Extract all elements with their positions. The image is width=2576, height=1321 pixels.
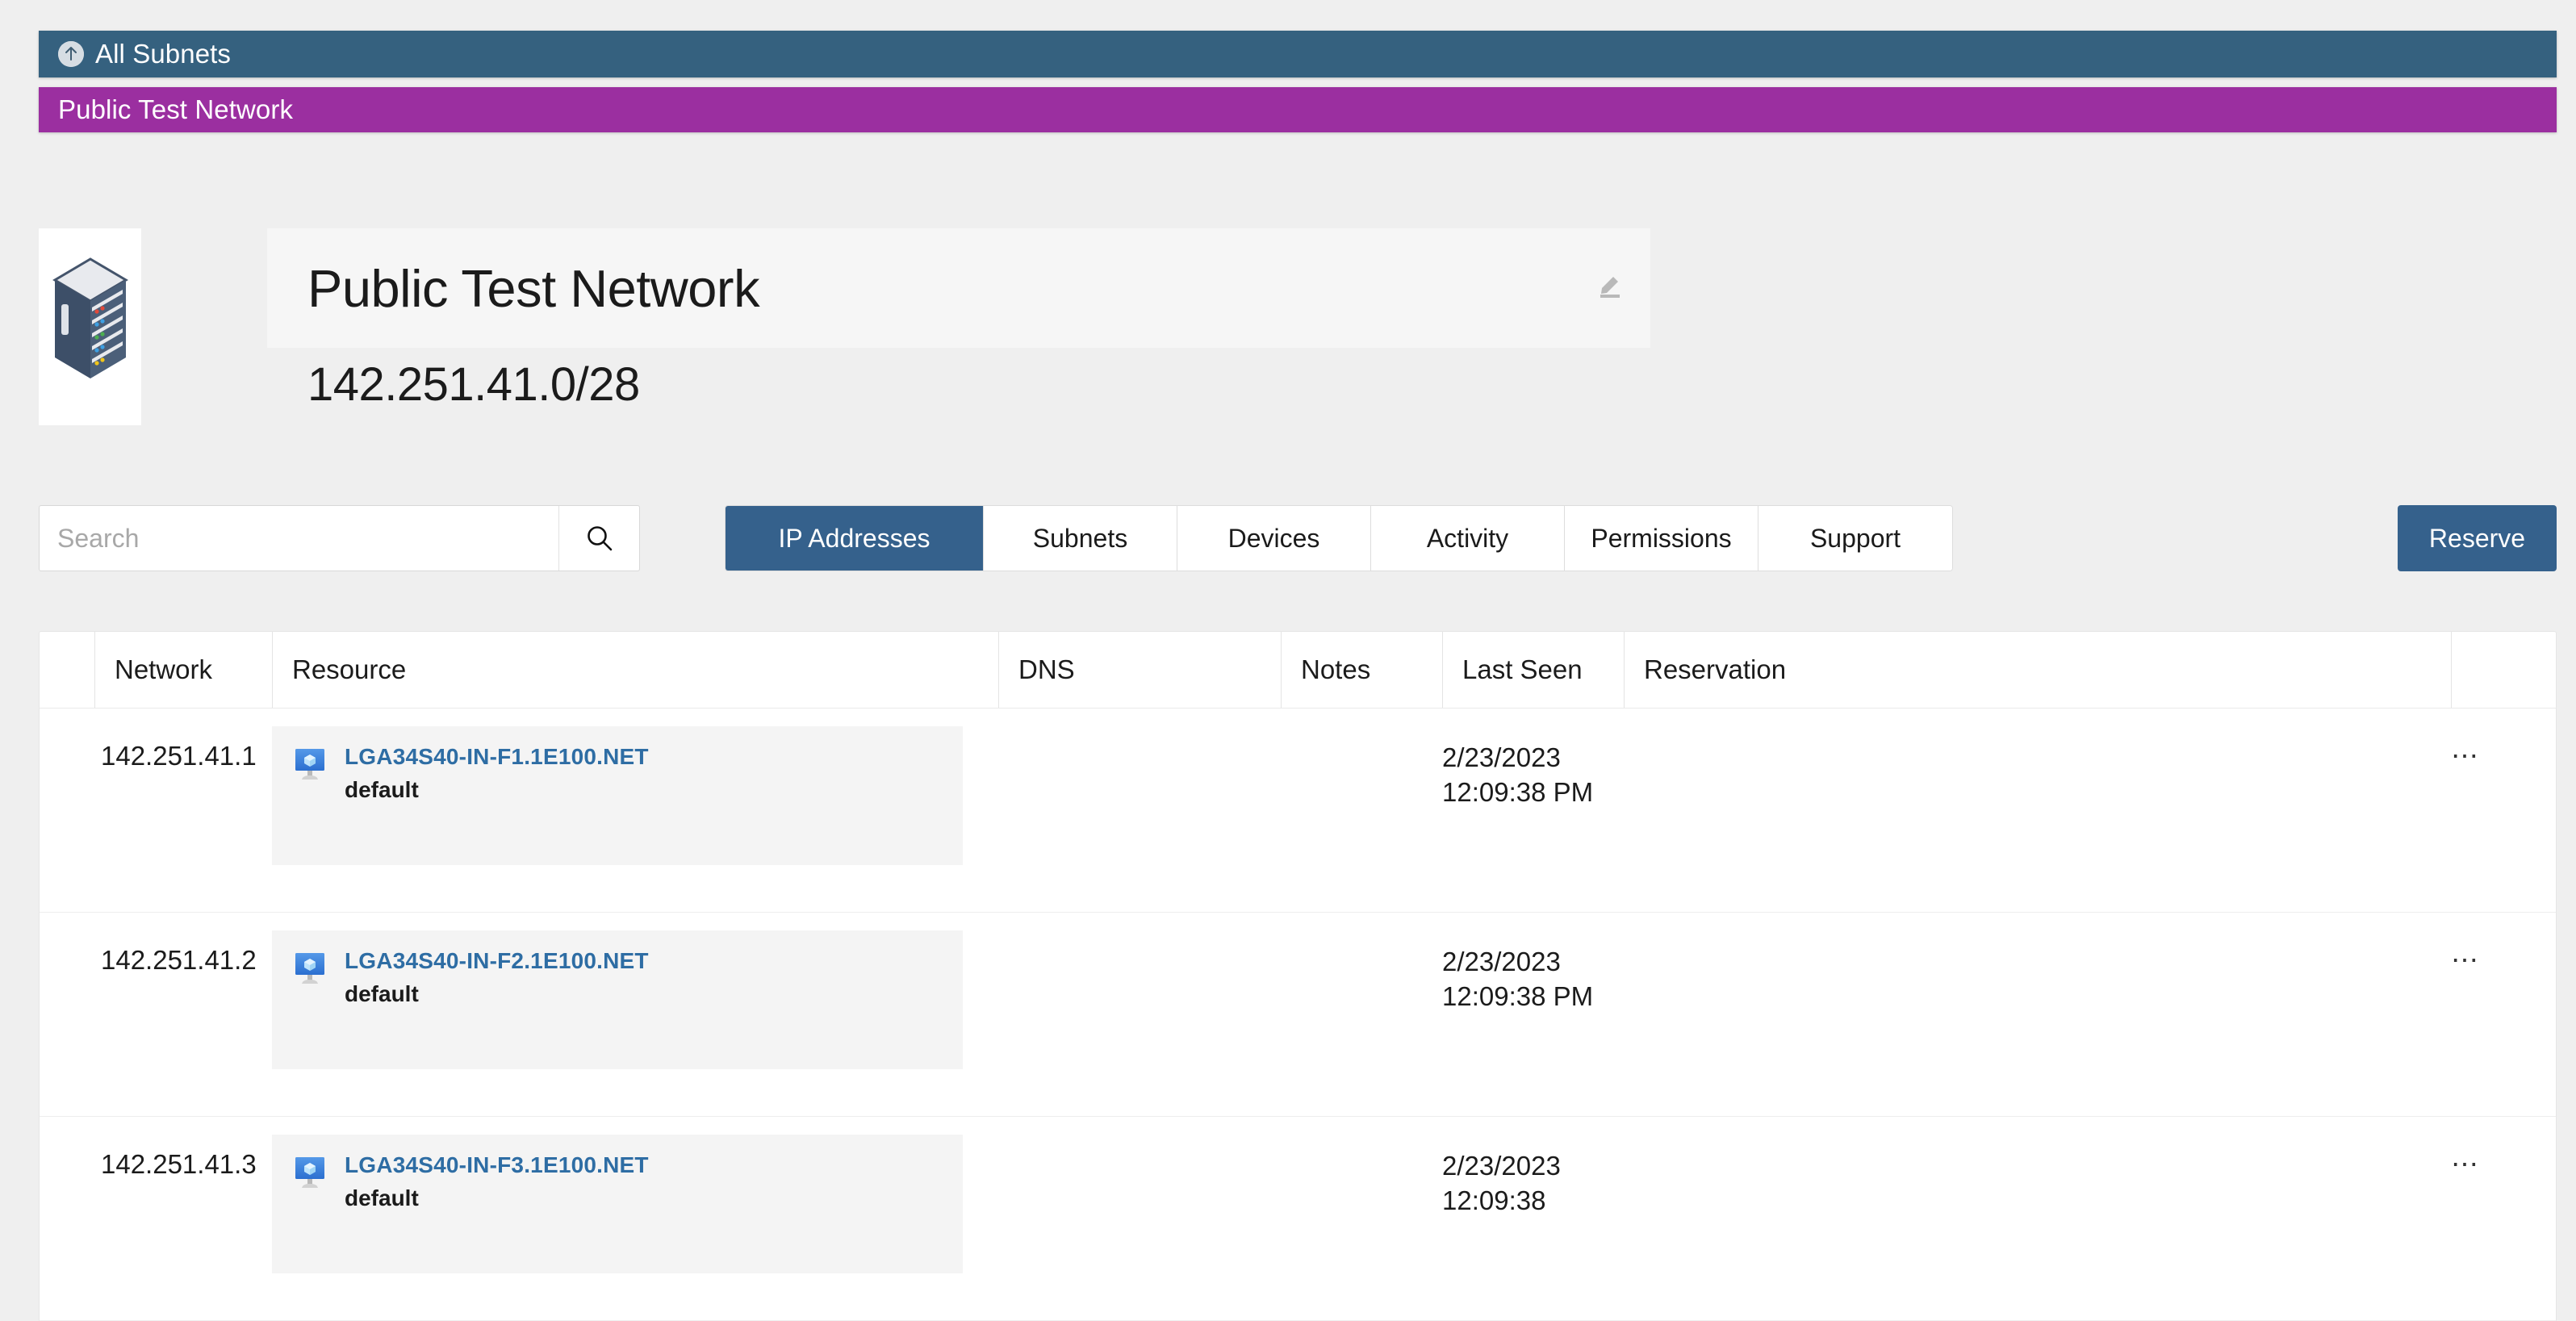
monitor-device-icon [291, 1154, 328, 1191]
breadcrumb-parent-label: All Subnets [95, 39, 232, 69]
resource-link[interactable]: LGA34S40-IN-F3.1E100.NET [345, 1152, 649, 1178]
ellipsis-icon[interactable]: ⋯ [2451, 945, 2481, 976]
network-cell: 142.251.41.2 [94, 913, 272, 1116]
network-cell: 142.251.41.3 [94, 1117, 272, 1320]
resource-sub-label: default [345, 981, 419, 1006]
last-seen-value: 2/23/2023 12:09:38 [1442, 1151, 1561, 1215]
notes-cell [1281, 1117, 1442, 1320]
reservation-cell [1624, 913, 2451, 1116]
dns-cell [998, 913, 1281, 1116]
subnet-thumbnail [39, 228, 141, 425]
last-seen-value: 2/23/2023 12:09:38 PM [1442, 742, 1594, 807]
resource-cell: LGA34S40-IN-F2.1E100.NET default [272, 913, 998, 1116]
search-input[interactable] [40, 506, 558, 571]
tab-ip-addresses[interactable]: IP Addresses [726, 506, 984, 571]
reservation-cell [1624, 709, 2451, 912]
reserve-button[interactable]: Reserve [2398, 505, 2557, 571]
column-header-dns[interactable]: DNS [998, 632, 1281, 708]
last-seen-cell: 2/23/2023 12:09:38 [1442, 1117, 1624, 1320]
resource-box[interactable]: LGA34S40-IN-F3.1E100.NET default [272, 1135, 963, 1273]
resource-sub-label: default [345, 1185, 419, 1210]
column-header-notes[interactable]: Notes [1281, 632, 1442, 708]
tab-bar: IP Addresses Subnets Devices Activity Permis… [725, 505, 1953, 571]
last-seen-value: 2/23/2023 12:09:38 PM [1442, 947, 1594, 1011]
resource-box[interactable]: LGA34S40-IN-F2.1E100.NET default [272, 930, 963, 1069]
column-header-reservation[interactable]: Reservation [1624, 632, 2451, 708]
page-title: Public Test Network [307, 258, 760, 318]
ellipsis-icon[interactable]: ⋯ [2451, 1149, 2481, 1180]
breadcrumb-parent[interactable]: All Subnets [39, 31, 2557, 77]
ellipsis-icon[interactable]: ⋯ [2451, 741, 2481, 771]
tab-devices[interactable]: Devices [1177, 506, 1371, 571]
resource-cell: LGA34S40-IN-F1.1E100.NET default [272, 709, 998, 912]
network-ip: 142.251.41.3 [101, 1149, 257, 1179]
server-rack-icon [45, 254, 136, 399]
monitor-device-icon [291, 950, 328, 987]
tab-support[interactable]: Support [1758, 506, 1952, 571]
search-group [39, 505, 640, 571]
network-ip: 142.251.41.2 [101, 945, 257, 975]
breadcrumb-current-label: Public Test Network [58, 94, 294, 124]
network-ip: 142.251.41.1 [101, 741, 257, 771]
arrow-up-circle-icon [58, 41, 84, 67]
resource-link[interactable]: LGA34S40-IN-F2.1E100.NET [345, 948, 649, 974]
resource-meta: LGA34S40-IN-F3.1E100.NET default [345, 1152, 649, 1211]
resource-meta: LGA34S40-IN-F2.1E100.NET default [345, 948, 649, 1007]
notes-cell [1281, 709, 1442, 912]
resource-box[interactable]: LGA34S40-IN-F1.1E100.NET default [272, 726, 963, 865]
table-row[interactable]: 142.251.41.2 LGA34S40-IN-F2.1E100.NET defa… [40, 913, 2556, 1117]
status-cell [40, 709, 94, 912]
title-panel: Public Test Network [267, 228, 1650, 348]
ip-address-table: Network Resource DNS Notes Last Seen Reservat… [39, 631, 2557, 1321]
subnet-cidr: 142.251.41.0/28 [307, 358, 640, 411]
column-header-resource[interactable]: Resource [272, 632, 998, 708]
tab-subnets[interactable]: Subnets [984, 506, 1177, 571]
reservation-cell [1624, 1117, 2451, 1320]
column-header-spacer [40, 632, 94, 708]
table-row[interactable]: 142.251.41.1 LGA34S40-IN-F1.1E100.NET defa… [40, 709, 2556, 913]
resource-sub-label: default [345, 777, 419, 802]
row-menu-cell: ⋯ [2451, 913, 2556, 1116]
notes-cell [1281, 913, 1442, 1116]
resource-cell: LGA34S40-IN-F3.1E100.NET default [272, 1117, 998, 1320]
column-header-spacer [2451, 632, 2556, 708]
search-button[interactable] [558, 506, 639, 571]
page-header: Public Test Network 142.251.41.0/28 [39, 228, 2557, 430]
tab-permissions[interactable]: Permissions [1565, 506, 1758, 571]
table-row[interactable]: 142.251.41.3 LGA34S40-IN-F3.1E100.NET defa… [40, 1117, 2556, 1321]
search-icon [584, 523, 615, 554]
dns-cell [998, 1117, 1281, 1320]
status-cell [40, 913, 94, 1116]
column-header-last-seen[interactable]: Last Seen [1442, 632, 1624, 708]
row-menu-cell: ⋯ [2451, 709, 2556, 912]
dns-cell [998, 709, 1281, 912]
network-cell: 142.251.41.1 [94, 709, 272, 912]
toolbar: IP AddressesSubnetsDevicesActivityPermis… [39, 505, 2557, 571]
resource-meta: LGA34S40-IN-F1.1E100.NET default [345, 744, 649, 803]
tab-activity[interactable]: Activity [1371, 506, 1565, 571]
last-seen-cell: 2/23/2023 12:09:38 PM [1442, 913, 1624, 1116]
table-header-row: Network Resource DNS Notes Last Seen Reservat… [40, 632, 2556, 709]
table-body: 142.251.41.1 LGA34S40-IN-F1.1E100.NET defa… [40, 709, 2556, 1321]
row-menu-cell: ⋯ [2451, 1117, 2556, 1320]
last-seen-cell: 2/23/2023 12:09:38 PM [1442, 709, 1624, 912]
monitor-device-icon [291, 746, 328, 783]
status-cell [40, 1117, 94, 1320]
breadcrumb-current[interactable]: Public Test Network [39, 87, 2557, 132]
pencil-icon[interactable] [1597, 270, 1625, 298]
column-header-network[interactable]: Network [94, 632, 272, 708]
resource-link[interactable]: LGA34S40-IN-F1.1E100.NET [345, 744, 649, 770]
